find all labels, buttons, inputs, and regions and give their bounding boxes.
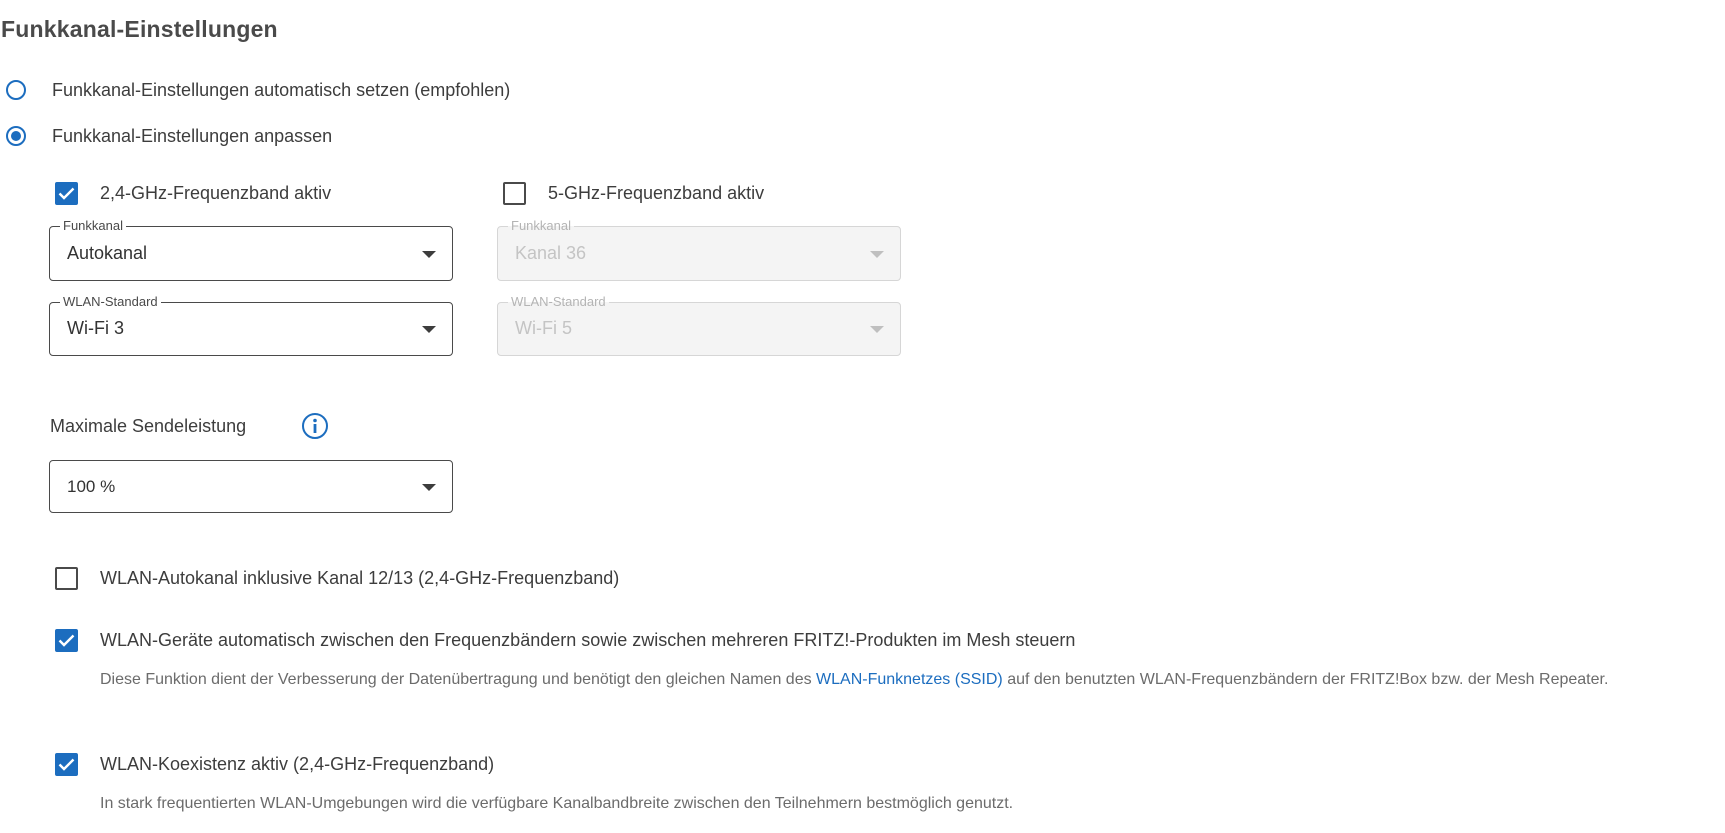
band24-standard-value: Wi-Fi 3 xyxy=(67,318,124,338)
checkmark-icon xyxy=(58,187,75,200)
radio-custom-channel-label[interactable]: Funkkanal-Einstellungen anpassen xyxy=(52,126,332,147)
radio-auto-channel[interactable] xyxy=(6,80,26,100)
steering-desc-text-1: Diese Funktion dient der Verbesserung de… xyxy=(100,671,817,688)
band5-channel-legend: Funkkanal xyxy=(508,218,574,234)
steering-desc-text-2: auf den benutzten WLAN-Frequenzbändern d… xyxy=(1002,671,1609,688)
section-title: Funkkanal-Einstellungen xyxy=(1,16,278,42)
power-value: 100 % xyxy=(67,477,116,496)
checkmark-icon xyxy=(58,758,75,771)
autochannel-checkbox[interactable] xyxy=(55,567,78,590)
band24-channel-value: Autokanal xyxy=(67,243,148,263)
band24-standard-select[interactable]: WLAN-Standard Wi-Fi 3 xyxy=(49,294,453,356)
info-icon[interactable] xyxy=(302,413,328,439)
band5-standard-select: WLAN-Standard Wi-Fi 5 xyxy=(497,294,901,356)
autochannel-label[interactable]: WLAN-Autokanal inklusive Kanal 12/13 (2,… xyxy=(100,568,619,589)
chevron-down-icon xyxy=(422,251,436,258)
band5-channel-value: Kanal 36 xyxy=(515,243,587,263)
coexistence-checkbox[interactable] xyxy=(55,753,78,776)
power-label: Maximale Sendeleistung xyxy=(50,416,247,436)
band24-standard-legend: WLAN-Standard xyxy=(60,294,161,310)
band24-channel-legend: Funkkanal xyxy=(60,218,126,234)
band5-label[interactable]: 5-GHz-Frequenzband aktiv xyxy=(548,183,764,204)
band5-standard-legend: WLAN-Standard xyxy=(508,294,609,310)
ssid-link[interactable]: WLAN-Funknetzes (SSID) xyxy=(816,671,1003,688)
power-select[interactable]: 100 % xyxy=(49,460,453,513)
steering-description: Diese Funktion dient der Verbesserung de… xyxy=(100,668,1690,692)
band24-channel-select[interactable]: Funkkanal Autokanal xyxy=(49,218,453,281)
chevron-down-icon xyxy=(870,251,884,258)
band5-checkbox[interactable] xyxy=(503,182,526,205)
coexistence-description: In stark frequentierten WLAN-Umgebungen … xyxy=(100,795,1014,812)
radio-custom-channel[interactable] xyxy=(6,126,26,146)
wifi-channel-settings-page: Funkkanal-Einstellungen Funkkanal-Einste… xyxy=(0,0,1725,833)
band24-checkbox[interactable] xyxy=(55,182,78,205)
steering-label[interactable]: WLAN-Geräte automatisch zwischen den Fre… xyxy=(100,630,1075,651)
chevron-down-icon xyxy=(422,484,436,491)
radio-selected-dot xyxy=(11,131,21,141)
chevron-down-icon xyxy=(870,326,884,333)
radio-auto-channel-label[interactable]: Funkkanal-Einstellungen automatisch setz… xyxy=(52,80,510,101)
chevron-down-icon xyxy=(422,326,436,333)
steering-checkbox[interactable] xyxy=(55,629,78,652)
info-glyph xyxy=(313,418,317,433)
band24-label[interactable]: 2,4-GHz-Frequenzband aktiv xyxy=(100,183,331,204)
checkmark-icon xyxy=(58,634,75,647)
coexistence-label[interactable]: WLAN-Koexistenz aktiv (2,4-GHz-Frequenzb… xyxy=(100,754,494,775)
band5-channel-select: Funkkanal Kanal 36 xyxy=(497,218,901,281)
band5-standard-value: Wi-Fi 5 xyxy=(515,318,572,338)
